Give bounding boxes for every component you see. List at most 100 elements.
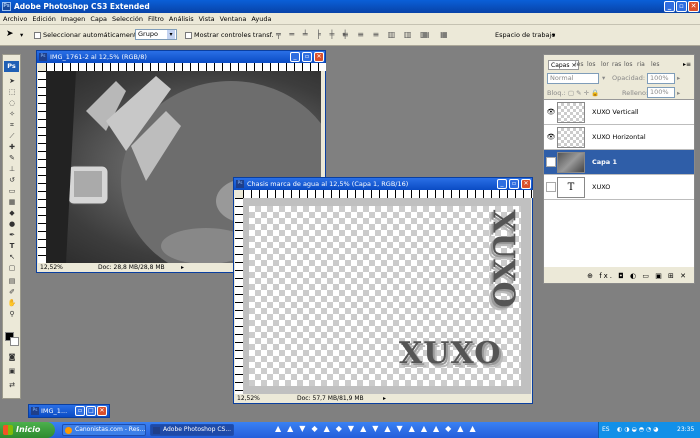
blend-mode-select[interactable]: Normal: [547, 73, 599, 84]
pen-tool-icon[interactable]: ✒: [7, 231, 17, 239]
shape-tool-icon[interactable]: ▢: [7, 264, 17, 272]
marquee-tool-icon[interactable]: ⬚: [7, 88, 17, 96]
visibility-toggle[interactable]: [546, 182, 556, 192]
clone-stamp-icon[interactable]: ⊥: [7, 165, 17, 173]
brush-tool-icon[interactable]: ✎: [7, 154, 17, 162]
menu-vista[interactable]: Vista: [199, 15, 215, 23]
minimize-button[interactable]: _: [664, 1, 675, 12]
dodge-tool-icon[interactable]: ●: [7, 220, 17, 228]
start-button[interactable]: Inicio: [0, 422, 55, 438]
language-indicator[interactable]: ES: [602, 422, 610, 438]
history-brush-icon[interactable]: ↺: [7, 176, 17, 184]
document-title-bar[interactable]: Ps IMG_1761-2 al 12,5% (RGB/8) _ ▫ ✕: [37, 51, 325, 63]
visibility-toggle[interactable]: [546, 157, 556, 167]
menu-seleccion[interactable]: Selección: [112, 15, 143, 23]
path-selection-icon[interactable]: ↖: [7, 253, 17, 261]
chevron-right-icon[interactable]: ▸: [677, 74, 680, 82]
workspace-label[interactable]: Espacio de trabajo: [495, 31, 555, 39]
distribute-icons[interactable]: ≡ ≡ ≡ ▥ ▥ ▥: [342, 30, 431, 39]
tab-panel-3[interactable]: los: [587, 60, 595, 70]
type-tool-icon[interactable]: T: [7, 242, 17, 250]
autoselect-group-select[interactable]: Grupo ▾: [135, 29, 177, 40]
zoom-level[interactable]: 12,52%: [237, 394, 260, 403]
maximize-button[interactable]: ▫: [676, 1, 687, 12]
menu-analisis[interactable]: Análisis: [169, 15, 194, 23]
zoom-level[interactable]: 12,52%: [40, 263, 63, 272]
gradient-tool-icon[interactable]: ▦: [7, 198, 17, 206]
autoselect-checkbox[interactable]: [34, 32, 41, 39]
background-color-swatch[interactable]: [10, 337, 19, 346]
tab-panel-4[interactable]: lor: [601, 60, 609, 70]
chevron-down-icon[interactable]: ▾: [552, 31, 555, 39]
eyedropper-tool-icon[interactable]: ✐: [7, 288, 17, 296]
layer-row[interactable]: 👁 XUXO Horizontal: [544, 125, 694, 150]
notes-tool-icon[interactable]: ▤: [7, 277, 17, 285]
menu-ayuda[interactable]: Ayuda: [251, 15, 271, 23]
maximize-button[interactable]: ▫: [509, 179, 519, 189]
tab-panel-2[interactable]: les: [575, 60, 583, 70]
menu-ventana[interactable]: Ventana: [220, 15, 247, 23]
lasso-tool-icon[interactable]: ◌: [7, 99, 17, 107]
layers-footer-icons[interactable]: ⊕ fx. ◘ ◐ ▭ ▣ ⊞ ✕: [544, 269, 694, 283]
close-button[interactable]: ✕: [688, 1, 699, 12]
auto-align-icons[interactable]: ▤ ▦: [422, 30, 452, 39]
align-icons[interactable]: ╤ ═ ╧ ╞ ╪ ╡: [276, 30, 351, 39]
document-canvas-transparent[interactable]: XUXO XUXO: [249, 206, 521, 386]
tool-preset-dropdown-icon[interactable]: ▾: [20, 31, 23, 39]
close-button[interactable]: ✕: [314, 52, 324, 62]
tab-panel-7[interactable]: ria: [637, 60, 645, 70]
close-button[interactable]: ✕: [521, 179, 531, 189]
zoom-tool-icon[interactable]: ⚲: [7, 310, 17, 318]
layer-thumbnail: [557, 127, 585, 148]
eraser-tool-icon[interactable]: ▭: [7, 187, 17, 195]
quick-mask-icon[interactable]: ◙: [7, 353, 17, 361]
lock-icons[interactable]: ▢✎✛🔒: [568, 89, 601, 97]
slice-tool-icon[interactable]: ⟋: [7, 132, 17, 140]
edit-in-imageready-icon[interactable]: ⇄: [7, 381, 17, 389]
tab-panel-6[interactable]: los: [624, 60, 632, 70]
menu-imagen[interactable]: Imagen: [61, 15, 85, 23]
app-title: Adobe Photoshop CS3 Extended: [14, 2, 150, 11]
minimize-button[interactable]: _: [497, 179, 507, 189]
move-tool-icon[interactable]: ➤: [7, 77, 17, 85]
taskbar-item-browser[interactable]: Canonistas.com - Res...: [62, 424, 146, 436]
chevron-right-icon[interactable]: ▸: [677, 89, 680, 97]
menu-filtro[interactable]: Filtro: [148, 15, 164, 23]
opacity-input[interactable]: 100%: [647, 73, 675, 84]
photoshop-icon: [153, 427, 160, 434]
crop-tool-icon[interactable]: ⌗: [7, 121, 17, 129]
screen-mode-icon[interactable]: ▣: [7, 367, 17, 375]
minimized-document[interactable]: Ps IMG_1... ▫ □ ✕: [28, 404, 110, 418]
maximize-button[interactable]: □: [86, 406, 96, 416]
layer-row[interactable]: T XUXO: [544, 175, 694, 200]
panel-menu-icon[interactable]: ▸≡: [683, 60, 691, 70]
blur-tool-icon[interactable]: ◆: [7, 209, 17, 217]
maximize-button[interactable]: ▫: [302, 52, 312, 62]
clock[interactable]: 23:35: [677, 422, 694, 438]
quick-launch-icons[interactable]: ▲▲▼◆▲◆▼▲▼▲▼▲▲▲◆▲▲: [275, 424, 482, 433]
status-menu-icon[interactable]: ▸: [383, 394, 386, 403]
restore-button[interactable]: ▫: [75, 406, 85, 416]
chevron-down-icon[interactable]: ▾: [602, 74, 605, 82]
close-button[interactable]: ✕: [97, 406, 107, 416]
menu-edicion[interactable]: Edición: [32, 15, 56, 23]
taskbar-item-photoshop[interactable]: Adobe Photoshop CS...: [150, 424, 234, 436]
minimize-button[interactable]: _: [290, 52, 300, 62]
move-tool-icon[interactable]: ➤: [6, 29, 14, 39]
menu-capa[interactable]: Capa: [90, 15, 107, 23]
status-menu-icon[interactable]: ▸: [181, 263, 184, 272]
layer-row-selected[interactable]: Capa 1: [544, 150, 694, 175]
tab-panel-8[interactable]: les: [651, 60, 659, 70]
tray-icons[interactable]: ◐◑◒◓◔◕: [617, 422, 660, 438]
tab-panel-5[interactable]: ras: [612, 60, 621, 70]
magic-wand-tool-icon[interactable]: ✧: [7, 110, 17, 118]
fill-input[interactable]: 100%: [647, 87, 675, 98]
document-title-bar[interactable]: Ps Chasis marca de agua al 12,5% (Capa 1…: [234, 178, 532, 190]
eye-icon[interactable]: 👁: [546, 107, 556, 117]
layer-row[interactable]: 👁 XUXO Verticall: [544, 100, 694, 125]
healing-brush-icon[interactable]: ✚: [7, 143, 17, 151]
transform-controls-checkbox[interactable]: [185, 32, 192, 39]
hand-tool-icon[interactable]: ✋: [7, 299, 17, 307]
eye-icon[interactable]: 👁: [546, 132, 556, 142]
menu-archivo[interactable]: Archivo: [3, 15, 27, 23]
